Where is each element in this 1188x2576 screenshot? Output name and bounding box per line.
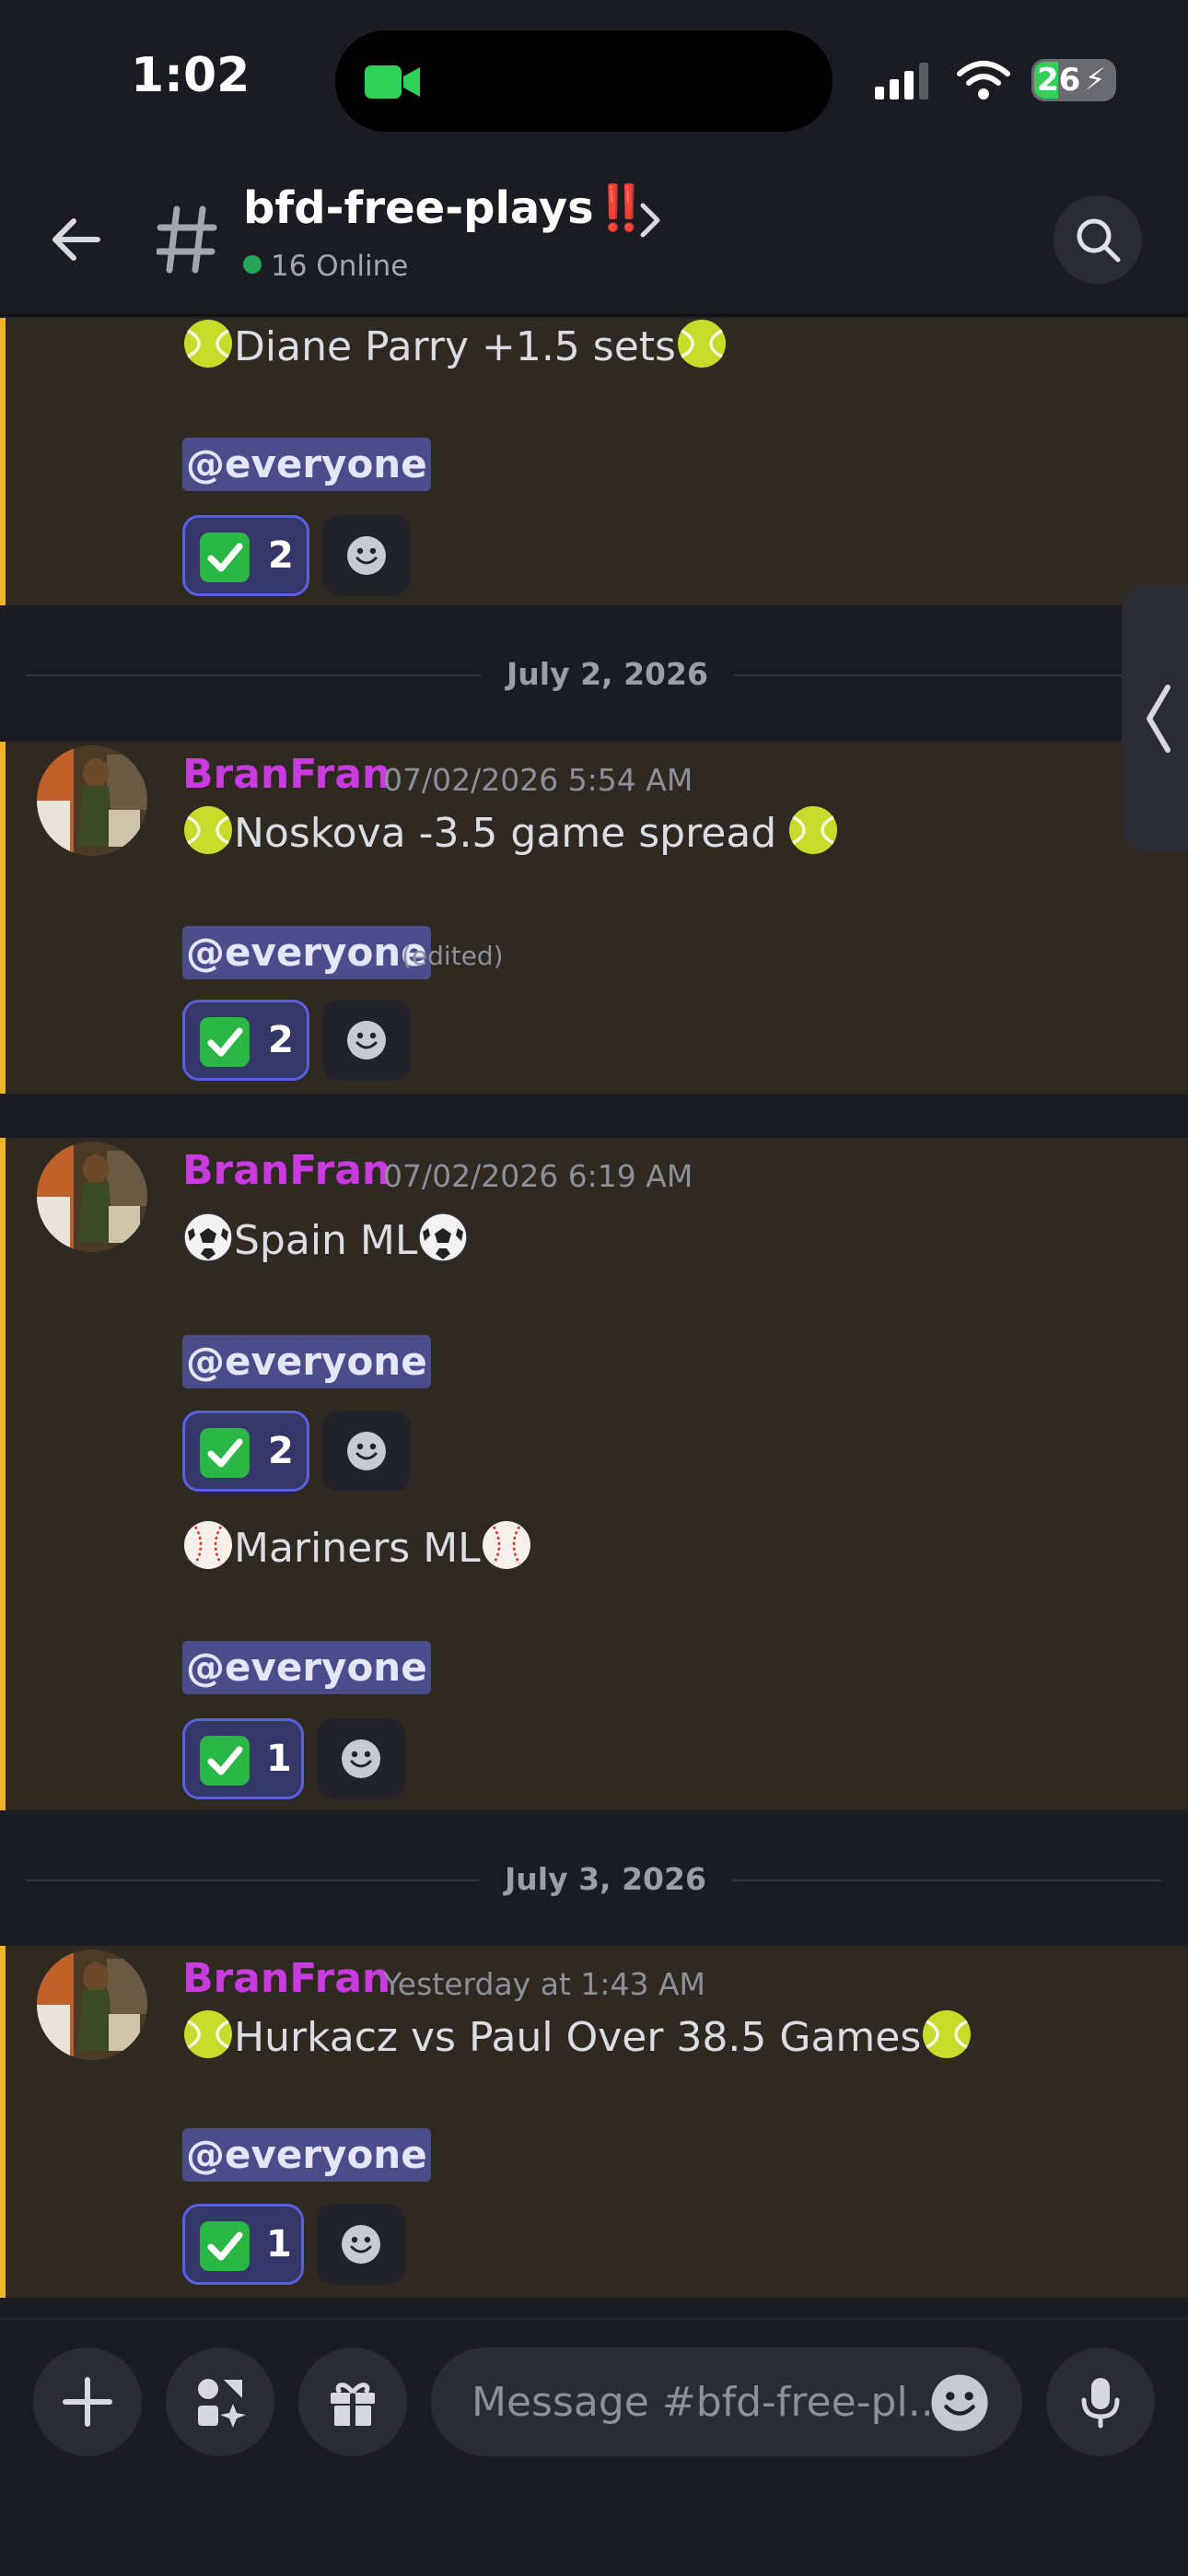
online-count: 16 Online xyxy=(243,250,408,283)
search-icon xyxy=(1077,218,1121,263)
channel-header: bfd-free-plays‼️ 16 Online xyxy=(0,161,1188,316)
message-text: Hurkacz vs Paul Over 38.5 Games xyxy=(182,2008,973,2061)
cellular-signal-icon xyxy=(875,63,928,100)
user-avatar[interactable] xyxy=(37,1950,147,2060)
member-list-handle[interactable] xyxy=(1122,584,1188,851)
gift-icon xyxy=(331,2383,375,2426)
smiley-icon xyxy=(341,2224,381,2265)
message-group: BranFran 07/02/2026 6:19 AM Spain ML @ev… xyxy=(0,1138,1188,1810)
reaction-count: 1 xyxy=(266,2223,292,2266)
message-text-content: Spain ML xyxy=(234,1217,418,1264)
everyone-mention[interactable]: @everyone xyxy=(182,1641,431,1694)
emoji-picker-icon[interactable] xyxy=(930,2373,989,2432)
message-timestamp: Yesterday at 1:43 AM xyxy=(383,1966,705,2002)
tennis-ball-icon xyxy=(921,2008,973,2060)
message-input-placeholder: Message #bfd-free-pl... xyxy=(472,2379,947,2426)
smiley-icon xyxy=(346,1431,387,1471)
message-text-content: Diane Parry +1.5 sets xyxy=(234,323,676,370)
author-name[interactable]: BranFran xyxy=(182,1147,390,1194)
back-arrow-icon[interactable] xyxy=(48,212,103,267)
check-reaction[interactable]: 2 xyxy=(182,1000,309,1081)
hash-channel-icon xyxy=(157,205,217,274)
reaction-count: 2 xyxy=(268,1019,294,1061)
charging-bolt-icon: ⚡ xyxy=(1085,62,1106,97)
message-text-content: Mariners ML xyxy=(234,1525,481,1572)
tennis-ball-icon xyxy=(182,2008,234,2060)
check-mark-icon xyxy=(198,1015,251,1069)
check-reaction[interactable]: 2 xyxy=(182,515,309,596)
channel-title[interactable]: bfd-free-plays‼️ xyxy=(243,181,648,234)
reaction-count: 1 xyxy=(266,1738,292,1780)
wifi-icon xyxy=(957,61,1010,100)
online-dot xyxy=(243,255,262,274)
soccer-ball-icon xyxy=(182,1212,234,1263)
status-bar: 1:02 26 ⚡ xyxy=(0,0,1188,161)
user-avatar[interactable] xyxy=(37,745,147,856)
voice-message-button[interactable] xyxy=(1046,2348,1155,2456)
composer-bar: Message #bfd-free-pl... xyxy=(0,2318,1188,2576)
add-attachment-button[interactable] xyxy=(33,2348,142,2456)
apps-button[interactable] xyxy=(166,2348,274,2456)
message-text: Spain ML xyxy=(182,1212,469,1264)
baseball-icon xyxy=(182,1519,234,1571)
author-name[interactable]: BranFran xyxy=(182,751,390,798)
gift-button[interactable] xyxy=(298,2348,407,2456)
smiley-icon xyxy=(341,1739,381,1779)
add-reaction-button[interactable] xyxy=(322,1000,411,1081)
chevron-right-icon[interactable] xyxy=(637,198,665,242)
author-name[interactable]: BranFran xyxy=(182,1955,390,2002)
message-text-content: Hurkacz vs Paul Over 38.5 Games xyxy=(234,2014,922,2061)
message-timestamp: 07/02/2026 5:54 AM xyxy=(383,762,693,798)
message-input[interactable]: Message #bfd-free-pl... xyxy=(431,2348,1022,2456)
add-reaction-button[interactable] xyxy=(317,2204,405,2285)
reaction-count: 2 xyxy=(268,1430,294,1472)
channel-name: bfd-free-plays xyxy=(243,182,594,234)
online-label: 16 Online xyxy=(271,250,409,283)
status-time: 1:02 xyxy=(131,48,250,103)
battery-level: 26 xyxy=(1037,62,1081,99)
message-text: Noskova -3.5 game spread xyxy=(182,804,839,857)
everyone-mention[interactable]: @everyone xyxy=(182,438,431,491)
message-group: BranFran Yesterday at 1:43 AM Hurkacz vs… xyxy=(0,1946,1188,2298)
apps-icon xyxy=(198,2379,246,2428)
add-reaction-button[interactable] xyxy=(322,1411,411,1492)
date-divider: July 3, 2026 xyxy=(479,1861,732,1897)
microphone-icon xyxy=(1081,2378,1120,2429)
message-group: Diane Parry +1.5 sets @everyone 2 xyxy=(0,318,1188,605)
message-group: BranFran 07/02/2026 5:54 AM Noskova -3.5… xyxy=(0,742,1188,1094)
tennis-ball-icon xyxy=(182,318,234,369)
check-reaction[interactable]: 1 xyxy=(182,1718,304,1799)
check-reaction[interactable]: 2 xyxy=(182,1411,309,1492)
message-timestamp: 07/02/2026 6:19 AM xyxy=(383,1158,693,1194)
check-mark-icon xyxy=(198,2219,251,2273)
smiley-icon xyxy=(346,1020,387,1060)
check-mark-icon xyxy=(198,531,251,584)
reaction-count: 2 xyxy=(268,534,294,577)
tennis-ball-icon xyxy=(182,804,234,856)
message-text: Mariners ML xyxy=(182,1519,532,1572)
search-button[interactable] xyxy=(1054,195,1142,284)
user-avatar[interactable] xyxy=(37,1142,147,1252)
date-divider: July 2, 2026 xyxy=(481,656,734,692)
everyone-mention[interactable]: @everyone xyxy=(182,2128,431,2182)
tennis-ball-icon xyxy=(787,804,839,856)
everyone-mention[interactable]: @everyone xyxy=(182,1335,431,1388)
baseball-icon xyxy=(481,1519,532,1571)
everyone-mention[interactable]: @everyone xyxy=(182,926,431,979)
check-mark-icon xyxy=(198,1734,251,1787)
add-reaction-button[interactable] xyxy=(322,515,411,596)
message-text: Diane Parry +1.5 sets xyxy=(182,318,728,370)
tennis-ball-icon xyxy=(676,318,728,369)
plus-icon xyxy=(63,2377,112,2427)
message-text-content: Noskova -3.5 game spread xyxy=(234,810,777,857)
video-camera-icon xyxy=(365,65,420,99)
edited-tag: (edited) xyxy=(402,941,504,971)
check-mark-icon xyxy=(198,1426,251,1480)
battery-indicator: 26 ⚡ xyxy=(1031,59,1116,101)
soccer-ball-icon xyxy=(417,1212,469,1263)
check-reaction[interactable]: 1 xyxy=(182,2204,304,2285)
chevron-left-icon xyxy=(1147,685,1171,753)
add-reaction-button[interactable] xyxy=(317,1718,405,1799)
smiley-icon xyxy=(346,535,387,576)
